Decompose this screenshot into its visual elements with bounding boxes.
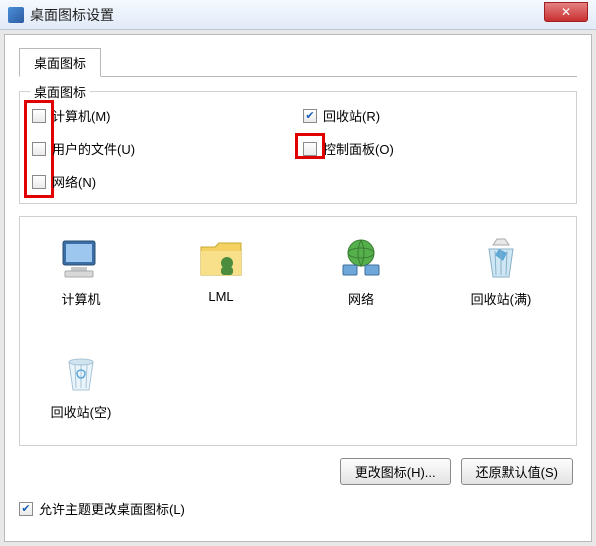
change-icon-button[interactable]: 更改图标(H)... (340, 458, 451, 485)
icon-computer-label: 计算机 (61, 289, 100, 308)
check-recycle[interactable] (303, 109, 317, 123)
check-control-row: 控制面板(O) (303, 139, 564, 158)
check-allow-theme-label: 允许主题更改桌面图标(L) (39, 499, 185, 518)
check-userfiles-label: 用户的文件(U) (52, 139, 135, 158)
check-network[interactable] (32, 175, 46, 189)
icon-network-label: 网络 (348, 289, 374, 308)
icon-userfolder-label: LML (208, 289, 233, 304)
restore-default-button[interactable]: 还原默认值(S) (461, 458, 573, 485)
recycle-full-icon (477, 235, 525, 283)
check-control[interactable] (303, 142, 317, 156)
check-recycle-row: 回收站(R) (303, 106, 564, 125)
folder-icon (197, 235, 245, 283)
check-computer[interactable] (32, 109, 46, 123)
check-computer-label: 计算机(M) (52, 106, 111, 125)
button-row: 更改图标(H)... 还原默认值(S) (19, 458, 577, 485)
check-control-label: 控制面板(O) (323, 139, 394, 158)
check-userfiles[interactable] (32, 142, 46, 156)
icon-recycle-full[interactable]: 回收站(满) (456, 235, 546, 308)
tab-strip: 桌面图标 (19, 47, 577, 77)
icon-recycle-full-label: 回收站(满) (471, 289, 532, 308)
computer-icon (57, 235, 105, 283)
network-icon (337, 235, 385, 283)
icon-preview-list: 计算机 LML 网络 (19, 216, 577, 446)
tab-desktop-icons[interactable]: 桌面图标 (19, 48, 101, 77)
check-network-row: 网络(N) (32, 172, 293, 191)
check-recycle-label: 回收站(R) (323, 106, 380, 125)
icon-recycle-empty-label: 回收站(空) (51, 402, 112, 421)
icon-userfolder[interactable]: LML (176, 235, 266, 308)
check-computer-row: 计算机(M) (32, 106, 293, 125)
titlebar: 桌面图标设置 ✕ (0, 0, 596, 30)
icon-computer[interactable]: 计算机 (36, 235, 126, 308)
icon-network[interactable]: 网络 (316, 235, 406, 308)
allow-theme-row: 允许主题更改桌面图标(L) (19, 499, 577, 518)
check-network-label: 网络(N) (52, 172, 96, 191)
recycle-empty-icon (57, 348, 105, 396)
dialog-body: 桌面图标 桌面图标 计算机(M) 回收站(R) 用户的文件(U) 控制面板(O) (4, 34, 592, 542)
check-userfiles-row: 用户的文件(U) (32, 139, 293, 158)
icon-recycle-empty[interactable]: 回收站(空) (36, 348, 126, 421)
desktop-icons-group: 桌面图标 计算机(M) 回收站(R) 用户的文件(U) 控制面板(O) (19, 91, 577, 204)
group-title: 桌面图标 (30, 82, 90, 101)
check-allow-theme[interactable] (19, 502, 33, 516)
window-icon (8, 7, 24, 23)
checkbox-grid: 计算机(M) 回收站(R) 用户的文件(U) 控制面板(O) 网络(N) (32, 106, 564, 191)
window-title: 桌面图标设置 (30, 5, 114, 25)
close-button[interactable]: ✕ (544, 2, 588, 22)
